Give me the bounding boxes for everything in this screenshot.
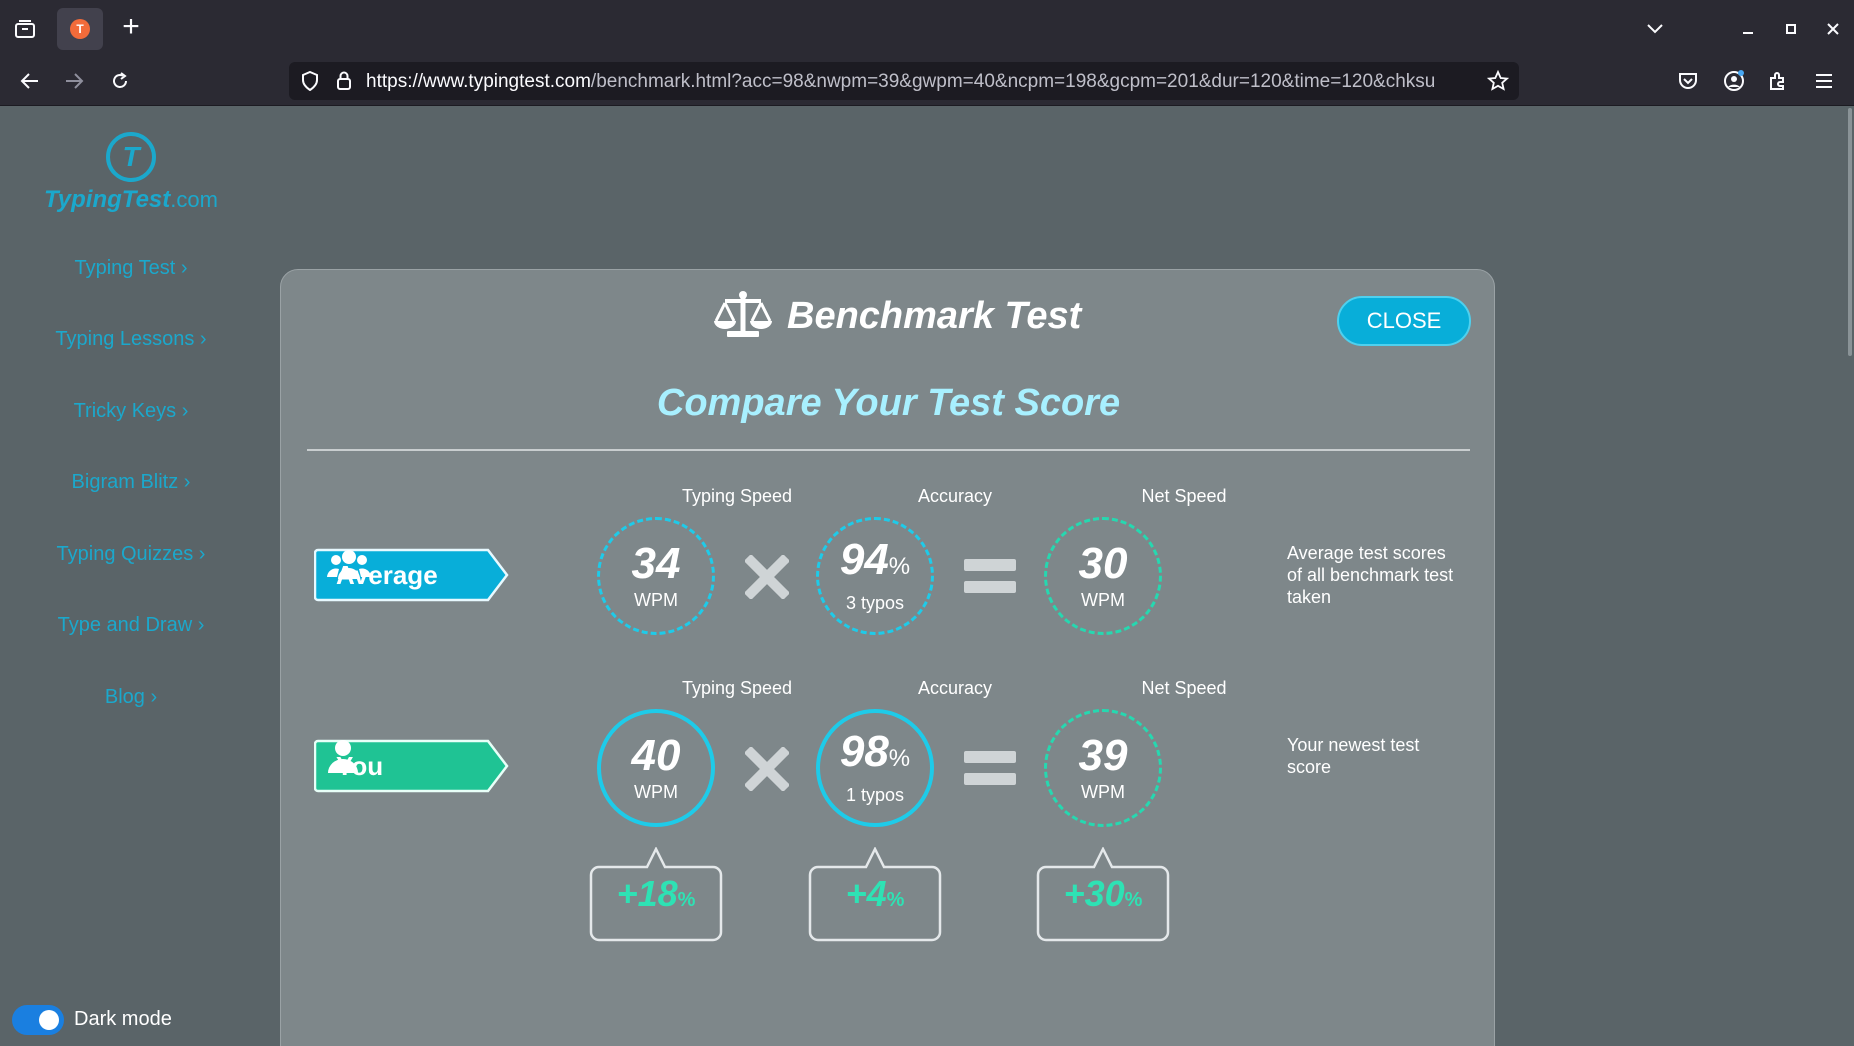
url-bar[interactable]: https://www.typingtest.com/benchmark.htm…	[289, 62, 1519, 100]
shield-icon[interactable]	[297, 69, 323, 93]
typing-speed-delta-value: +18	[616, 873, 678, 914]
accuracy-delta-percent: %	[886, 889, 905, 911]
back-arrow-icon[interactable]	[14, 66, 46, 96]
account-icon[interactable]	[1718, 66, 1750, 96]
dark-mode-toggle[interactable]	[12, 1005, 64, 1035]
multiply-icon	[743, 745, 791, 796]
minimize-window-icon[interactable]	[1733, 14, 1763, 44]
nav-typing-test[interactable]: Typing Test ›	[0, 257, 262, 280]
avg-typing-speed-unit: WPM	[634, 589, 678, 610]
new-tab-button[interactable]: +	[116, 10, 146, 43]
logo-text: TypingTest.com	[40, 186, 222, 214]
avg-typing-speed-value: 34	[631, 538, 681, 588]
avg-accuracy-typos: 3 typos	[845, 593, 905, 613]
nav-typing-quizzes[interactable]: Typing Quizzes ›	[0, 543, 262, 566]
nav-type-and-draw[interactable]: Type and Draw ›	[0, 614, 262, 637]
average-label-tag: Average	[314, 547, 510, 603]
balance-scale-icon	[711, 289, 775, 344]
extensions-icon[interactable]	[1762, 66, 1794, 96]
accuracy-delta-value: +4	[845, 873, 887, 914]
typingtest-favicon-icon: T	[70, 19, 90, 39]
you-accuracy-circle: 98% 1 typos	[816, 709, 934, 827]
net-speed-delta-value: +30	[1063, 873, 1125, 914]
you-accuracy-heading: Accuracy	[917, 678, 993, 698]
net-speed-delta: +30%	[1036, 847, 1170, 942]
url-path: /benchmark.html?acc=98&nwpm=39&gwpm=40&n…	[590, 71, 1436, 92]
nav-tricky-keys[interactable]: Tricky Keys ›	[0, 400, 262, 423]
nav-bigram-blitz[interactable]: Bigram Blitz ›	[0, 471, 262, 494]
bookmark-star-icon[interactable]	[1485, 69, 1511, 93]
typing-speed-delta-percent: %	[677, 889, 696, 911]
modal-subtitle: Compare Your Test Score	[656, 382, 1121, 424]
dark-mode-label: Dark mode	[74, 1008, 172, 1030]
active-tab[interactable]: T	[57, 8, 103, 50]
url-text[interactable]: https://www.typingtest.com/benchmark.htm…	[366, 71, 1476, 93]
multiply-icon	[743, 553, 791, 604]
equals-icon	[962, 747, 1018, 796]
logo-name: TypingTest	[44, 186, 171, 213]
net-speed-delta-percent: %	[1124, 889, 1143, 911]
nav-blog[interactable]: Blog ›	[0, 686, 262, 709]
lock-icon[interactable]	[331, 69, 357, 93]
net-speed-delta-text: +30%	[1036, 873, 1170, 915]
tab-overview-icon[interactable]	[10, 14, 40, 44]
typing-speed-delta: +18%	[589, 847, 723, 942]
avg-net-speed-circle: 30 WPM	[1044, 517, 1162, 635]
you-label-tag: You	[314, 738, 510, 794]
avg-accuracy-value: 94	[839, 535, 889, 584]
you-net-speed-circle: 39 WPM	[1044, 709, 1162, 827]
hamburger-menu-icon[interactable]	[1808, 66, 1840, 96]
avg-typing-speed-circle: 34 WPM	[597, 517, 715, 635]
avg-net-speed-unit: WPM	[1081, 589, 1125, 610]
you-accuracy-number: 98%	[840, 730, 910, 781]
you-typing-speed-heading: Typing Speed	[681, 678, 793, 698]
typingtest-logo-icon: T	[106, 132, 156, 182]
you-accuracy-value: 98	[839, 727, 889, 776]
url-host: https://www.typingtest.com	[366, 71, 591, 92]
modal-title: Benchmark Test	[787, 294, 1082, 337]
average-note: Average test scores of all benchmark tes…	[1287, 543, 1454, 607]
avg-accuracy-percent: %	[888, 553, 911, 580]
close-button[interactable]: CLOSE	[1337, 296, 1471, 346]
avg-accuracy-number: 94%	[840, 538, 910, 589]
browser-tab-bar: T +	[0, 0, 1854, 56]
close-window-icon[interactable]	[1818, 14, 1848, 44]
you-accuracy-percent: %	[888, 745, 911, 772]
reload-icon[interactable]	[104, 66, 136, 96]
maximize-window-icon[interactable]	[1776, 14, 1806, 44]
you-typing-speed-unit: WPM	[634, 781, 678, 802]
forward-arrow-icon[interactable]	[58, 66, 90, 96]
you-net-speed-value: 39	[1078, 730, 1128, 780]
nav-typing-lessons[interactable]: Typing Lessons ›	[0, 328, 262, 351]
avg-net-speed-heading: Net Speed	[1141, 486, 1227, 506]
avg-accuracy-heading: Accuracy	[917, 486, 993, 506]
tab-list-chevron-icon[interactable]	[1640, 14, 1670, 44]
avg-typing-speed-heading: Typing Speed	[681, 486, 793, 506]
pocket-icon[interactable]	[1672, 66, 1704, 96]
you-net-speed-unit: WPM	[1081, 781, 1125, 802]
you-typing-speed-value: 40	[631, 730, 681, 780]
typingtest-logo[interactable]: T TypingTest.com	[40, 132, 222, 214]
page-scrollbar[interactable]	[1848, 108, 1852, 356]
divider	[307, 449, 1470, 451]
typing-speed-delta-text: +18%	[589, 873, 723, 915]
avg-accuracy-circle: 94% 3 typos	[816, 517, 934, 635]
you-typing-speed-circle: 40 WPM	[597, 709, 715, 827]
accuracy-delta: +4%	[808, 847, 942, 942]
benchmark-modal: Benchmark Test CLOSE Compare Your Test S…	[280, 269, 1495, 1046]
accuracy-delta-text: +4%	[808, 873, 942, 915]
you-accuracy-typos: 1 typos	[845, 785, 905, 805]
logo-suffix: .com	[170, 187, 218, 212]
you-net-speed-heading: Net Speed	[1141, 678, 1227, 698]
toggle-knob	[39, 1010, 59, 1030]
avg-net-speed-value: 30	[1078, 538, 1128, 588]
you-note: Your newest test score	[1287, 735, 1420, 777]
equals-icon	[962, 555, 1018, 604]
modal-header: Benchmark Test	[711, 288, 1081, 344]
